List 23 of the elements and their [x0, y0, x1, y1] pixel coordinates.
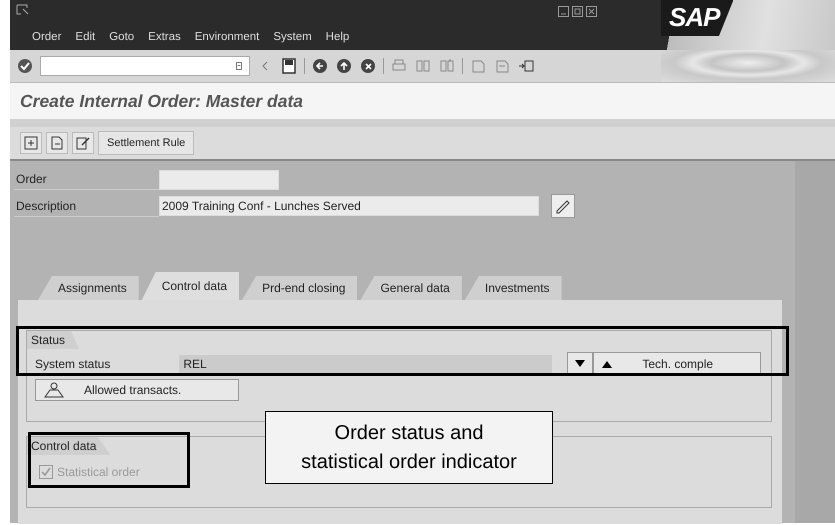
status-field[interactable]: REL: [178, 354, 554, 374]
group-title: Control data: [27, 437, 110, 455]
screen-title: Create Internal Order: Master data: [20, 90, 304, 112]
tab[interactable]: Control data: [142, 272, 240, 300]
settlement-rule-button[interactable]: Settlement Rule: [98, 131, 194, 155]
checkbox-label: Statistical order: [57, 465, 140, 479]
tab[interactable]: Assignments: [38, 276, 139, 300]
allowed-transactions-button[interactable]: Allowed transacts.: [35, 379, 239, 401]
group-title: Status: [27, 331, 80, 349]
menu-item[interactable]: Goto: [109, 31, 134, 43]
input-field[interactable]: 2009 Training Conf - Lunches Served: [159, 196, 539, 216]
menu-item[interactable]: System: [273, 31, 312, 43]
callout-text: Order status and statistical order indicator: [300, 420, 518, 474]
menu-item[interactable]: Extras: [148, 31, 181, 43]
menu-item[interactable]: Edit: [75, 31, 96, 43]
tab[interactable]: General data: [360, 276, 462, 300]
field-label: System status: [35, 357, 110, 371]
menu-item[interactable]: Environment: [194, 31, 260, 43]
tab[interactable]: Prd-end closing: [242, 276, 358, 300]
menu-item[interactable]: Help: [326, 31, 350, 43]
menu-item[interactable]: Order: [32, 31, 62, 43]
sap-logo: SAP: [661, 0, 734, 36]
tab[interactable]: Investments: [464, 276, 562, 300]
